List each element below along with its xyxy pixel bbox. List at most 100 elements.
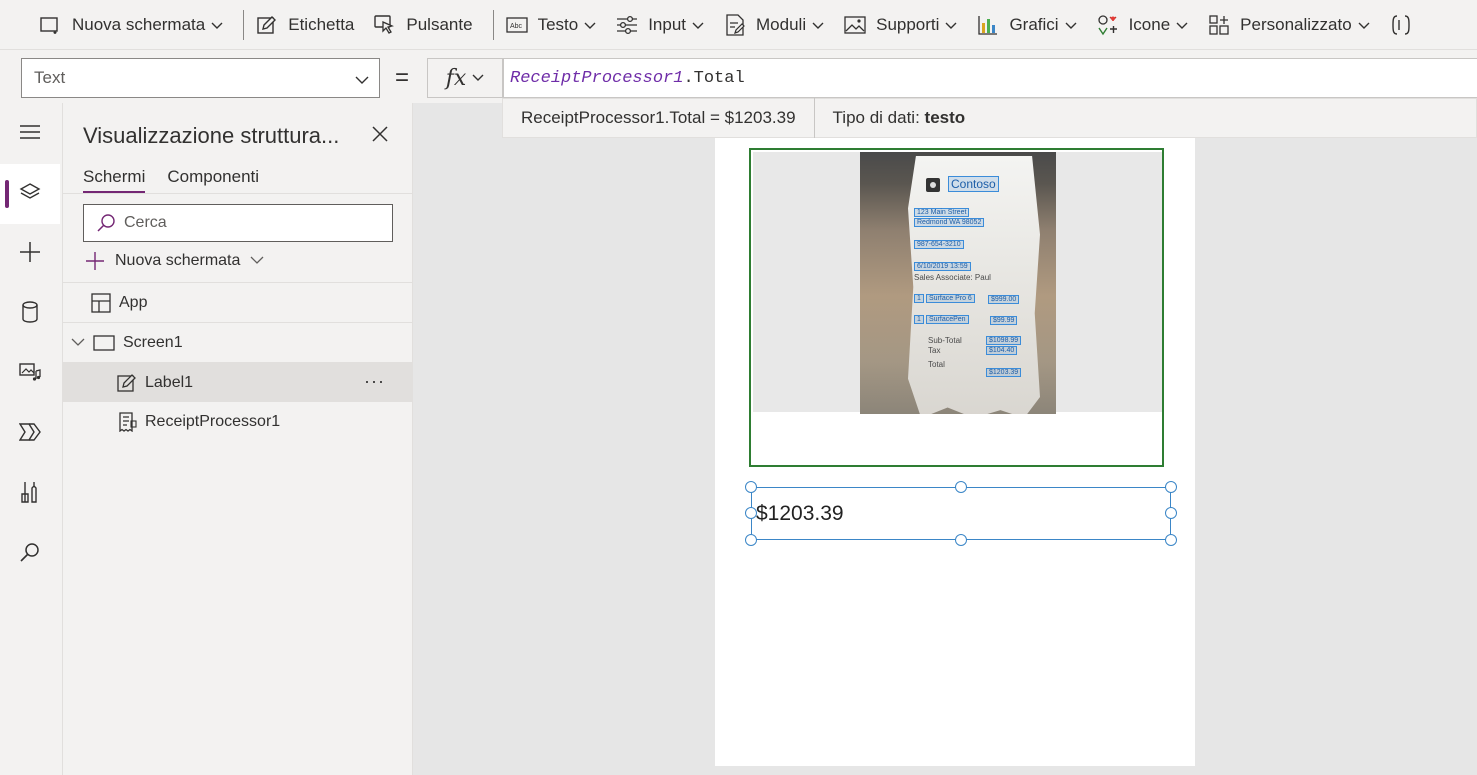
forms-menu-label: Moduli (756, 14, 807, 34)
button-cursor-icon (374, 14, 396, 36)
data-button[interactable] (0, 284, 60, 344)
media-button[interactable] (0, 344, 60, 404)
panel-title: Visualizzazione struttura... (83, 123, 340, 148)
resize-handle-top-left[interactable] (745, 481, 757, 493)
resize-handle-middle-right[interactable] (1165, 507, 1177, 519)
label-button-label: Etichetta (288, 14, 355, 34)
formula-property: .Total (683, 69, 745, 88)
media-menu-button[interactable]: Supporti (838, 7, 971, 43)
formula-bar: Text = fx ReceiptProcessor1.Total (0, 50, 1477, 103)
ai-builder-button[interactable] (1384, 7, 1422, 43)
receipt-phone: 987-654-3210 (914, 240, 964, 249)
more-options-button[interactable]: ··· (364, 371, 385, 392)
tree-view-button[interactable] (0, 164, 60, 224)
insert-ribbon: Nuova schermata Etichetta Pulsante Abc T… (0, 0, 1477, 50)
forms-menu-button[interactable]: Moduli (718, 7, 838, 43)
resize-handle-bottom-center[interactable] (955, 534, 967, 546)
receipt-subtotal-label: Sub-Total (928, 336, 962, 345)
resize-handle-top-center[interactable] (955, 481, 967, 493)
receipt-brand: Contoso (948, 176, 999, 192)
receipt-processor-icon (117, 412, 137, 432)
formula-result-bar: ReceiptProcessor1.Total = $1203.39 Tipo … (502, 98, 1477, 138)
media-library-icon (19, 361, 41, 388)
text-menu-button[interactable]: Abc Testo (500, 7, 611, 43)
insert-button[interactable] (0, 224, 60, 284)
hamburger-icon (19, 124, 41, 145)
receipt-item2-qty: 1 (914, 315, 924, 324)
input-menu-label: Input (648, 14, 687, 34)
chevron-down-icon (355, 70, 369, 90)
text-menu-label: Testo (537, 14, 579, 34)
receipt-tax-label: Tax (928, 346, 941, 355)
receipt-total: $1203.39 (986, 368, 1022, 377)
input-sliders-icon (616, 14, 638, 36)
chevron-down-icon (945, 15, 957, 35)
chart-icon (977, 14, 999, 36)
chevron-down-icon (1358, 15, 1370, 35)
chevron-down-icon (692, 15, 704, 35)
custom-menu-button[interactable]: Personalizzato (1202, 7, 1384, 43)
icons-menu-label: Icone (1128, 14, 1171, 34)
data-type-info: Tipo di dati: testo (815, 108, 984, 128)
advanced-tools-button[interactable] (0, 464, 60, 524)
search-icon (19, 541, 41, 568)
receipt-associate: Sales Associate: Paul (914, 273, 991, 282)
chevron-down-icon (584, 15, 596, 35)
charts-menu-button[interactable]: Grafici (971, 7, 1090, 43)
tree-node-app[interactable]: App (63, 282, 413, 322)
label1-control[interactable]: $1203.39 (751, 487, 1171, 540)
receipt-item2-name: SurfacePen (926, 315, 969, 324)
receipt-photo: Contoso 123 Main Street Redmond WA 98052… (860, 152, 1056, 414)
new-screen-tree-button[interactable]: Nuova schermata (85, 251, 264, 271)
tabs-divider (63, 193, 413, 194)
forms-icon (724, 13, 746, 36)
media-menu-label: Supporti (876, 14, 940, 34)
ai-builder-icon (1390, 14, 1412, 36)
chevron-down-icon (812, 15, 824, 35)
media-image-icon (844, 14, 866, 36)
custom-icon (1208, 14, 1230, 36)
resize-handle-top-right[interactable] (1165, 481, 1177, 493)
power-automate-button[interactable] (0, 404, 60, 464)
input-menu-button[interactable]: Input (610, 7, 718, 43)
icons-menu-button[interactable]: Icone (1091, 7, 1203, 43)
close-icon (371, 126, 389, 147)
chevron-down-icon (211, 15, 223, 35)
search-rail-button[interactable] (0, 524, 60, 584)
svg-text:Abc: Abc (510, 23, 523, 30)
tree-node-label1-label: Label1 (145, 373, 194, 391)
tools-icon (21, 480, 39, 509)
property-dropdown[interactable]: Text (21, 58, 380, 98)
receipt-item1-qty: 1 (914, 294, 924, 303)
receipt-subtotal: $1098.99 (986, 336, 1022, 345)
close-panel-button[interactable] (371, 125, 389, 148)
search-input[interactable]: Cerca (83, 204, 393, 242)
resize-handle-bottom-left[interactable] (745, 534, 757, 546)
search-placeholder: Cerca (124, 214, 167, 231)
receipt-paper: Contoso 123 Main Street Redmond WA 98052… (908, 156, 1040, 414)
button-button[interactable]: Pulsante (368, 7, 486, 43)
fx-button[interactable]: fx (427, 58, 503, 98)
chevron-down-icon[interactable] (71, 338, 85, 347)
tree-node-screen1[interactable]: Screen1 (63, 322, 413, 362)
custom-menu-label: Personalizzato (1240, 14, 1352, 34)
layers-icon (19, 181, 41, 208)
formula-object: ReceiptProcessor1 (510, 69, 684, 88)
receipt-processor-control[interactable]: Contoso 123 Main Street Redmond WA 98052… (749, 148, 1164, 467)
tab-screens[interactable]: Schermi (83, 167, 146, 193)
flow-icon (18, 422, 41, 446)
equals-sign: = (395, 64, 410, 91)
resize-handle-bottom-right[interactable] (1165, 534, 1177, 546)
hamburger-menu-button[interactable] (0, 104, 60, 164)
tree-node-label1[interactable]: Label1 ··· (63, 362, 413, 402)
tab-components[interactable]: Componenti (167, 167, 259, 193)
property-dropdown-value: Text (34, 68, 66, 87)
label-button[interactable]: Etichetta (250, 7, 368, 43)
tree-node-receipt-processor[interactable]: ReceiptProcessor1 (63, 402, 413, 442)
formula-input[interactable]: ReceiptProcessor1.Total (503, 58, 1477, 98)
data-type-value: testo (924, 108, 966, 127)
new-screen-button[interactable]: Nuova schermata (34, 7, 237, 43)
receipt-address2: Redmond WA 98052 (914, 218, 985, 227)
resize-handle-middle-left[interactable] (745, 507, 757, 519)
search-icon (96, 213, 116, 233)
